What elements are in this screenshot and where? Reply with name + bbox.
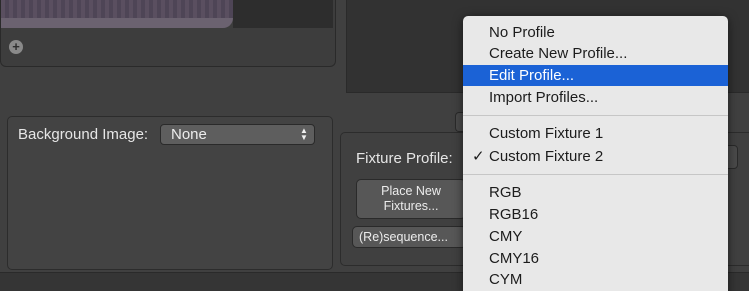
menu-separator — [463, 115, 728, 116]
fixture-profile-menu: No Profile Create New Profile... Edit Pr… — [463, 16, 728, 291]
image-thumbnail[interactable] — [1, 0, 233, 28]
menu-item-label: Edit Profile... — [489, 67, 575, 84]
menu-item-cym[interactable]: CYM — [463, 269, 728, 290]
menu-item-cmy[interactable]: CMY — [463, 226, 728, 247]
resequence-button[interactable]: (Re)sequence... — [352, 226, 467, 248]
menu-item-label: RGB16 — [489, 206, 539, 223]
menu-item-label: CMY16 — [489, 250, 540, 267]
menu-item-label: Import Profiles... — [489, 89, 599, 106]
menu-item-edit-profile[interactable]: Edit Profile... — [463, 65, 728, 86]
menu-item-label: CYM — [489, 271, 523, 288]
menu-item-label: Create New Profile... — [489, 45, 628, 62]
menu-item-label: CMY — [489, 228, 523, 245]
menu-item-rgb[interactable]: RGB — [463, 182, 728, 203]
menu-item-import-profiles[interactable]: Import Profiles... — [463, 87, 728, 108]
image-list-empty-area — [233, 0, 333, 28]
menu-item-label: Custom Fixture 2 — [489, 148, 604, 165]
add-icon[interactable]: + — [9, 40, 23, 54]
menu-separator — [463, 174, 728, 175]
select-arrows-icon: ▲ ▼ — [300, 126, 308, 142]
fixture-profile-label: Fixture Profile: — [356, 150, 453, 167]
menu-item-rgb16[interactable]: RGB16 — [463, 204, 728, 225]
menu-item-label: No Profile — [489, 24, 555, 41]
menu-item-custom-fixture-1[interactable]: Custom Fixture 1 — [463, 123, 728, 144]
menu-item-label: Custom Fixture 1 — [489, 125, 604, 142]
menu-item-create-new-profile[interactable]: Create New Profile... — [463, 43, 728, 64]
app-window: + Background Image: None ▲ ▼ Fixture Prof… — [0, 0, 749, 291]
menu-item-label: RGB — [489, 184, 522, 201]
background-image-select[interactable]: None ▲ ▼ — [160, 124, 315, 145]
menu-item-no-profile[interactable]: No Profile — [463, 22, 728, 43]
background-settings-panel: Background Image: None ▲ ▼ — [7, 116, 333, 270]
menu-item-cmy16[interactable]: CMY16 — [463, 248, 728, 269]
image-list-panel: + — [0, 0, 336, 67]
background-image-label: Background Image: — [18, 126, 149, 143]
checkmark-icon: ✓ — [472, 148, 485, 165]
background-image-select-value: None — [171, 126, 207, 143]
place-new-fixtures-label: Place New Fixtures... — [381, 184, 441, 213]
place-new-fixtures-button[interactable]: Place New Fixtures... — [356, 179, 466, 219]
menu-item-custom-fixture-2[interactable]: ✓ Custom Fixture 2 — [463, 146, 728, 167]
